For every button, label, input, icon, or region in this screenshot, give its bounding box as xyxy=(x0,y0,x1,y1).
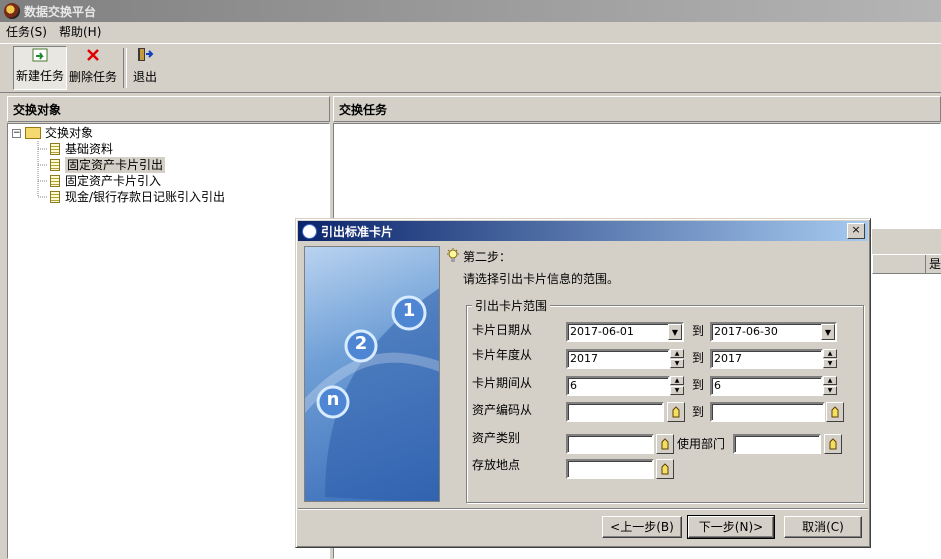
spin-up-icon[interactable]: ▲ xyxy=(823,349,837,358)
spin-down-icon[interactable]: ▼ xyxy=(823,386,837,395)
lower-panel-header xyxy=(872,228,941,254)
next-step-button[interactable]: 下一步(N)> xyxy=(687,515,775,539)
right-panel-title: 交换任务 xyxy=(339,103,388,117)
step-number-1: 1 xyxy=(402,300,416,321)
year-to-input[interactable]: 2017 xyxy=(710,349,823,369)
card-year-label: 卡片年度从 xyxy=(472,348,533,362)
year-from-input[interactable]: 2017 xyxy=(566,349,670,369)
spin-up-icon[interactable]: ▲ xyxy=(670,349,684,358)
window-title-bar: 数据交换平台 xyxy=(0,0,941,22)
lightbulb-icon xyxy=(445,248,461,267)
use-department-label: 使用部门 xyxy=(677,437,726,451)
document-icon xyxy=(50,191,60,203)
dialog-title: 引出标准卡片 xyxy=(321,224,394,239)
tree-item-asset-card-import[interactable]: 固定资产卡片引入 xyxy=(50,173,161,189)
toolbar-separator xyxy=(123,48,128,88)
menu-bar: 任务(S) 帮助(H) xyxy=(0,22,941,42)
step-title: 第二步： xyxy=(463,250,512,264)
column-header-row: 是 xyxy=(872,254,941,274)
chevron-down-icon[interactable]: ▼ xyxy=(821,324,835,340)
tree-item-label: 现金/银行存款日记账引入引出 xyxy=(65,190,226,204)
new-task-icon xyxy=(30,47,50,63)
folder-open-icon xyxy=(25,127,41,139)
spin-down-icon[interactable]: ▼ xyxy=(670,386,684,395)
spin-up-icon[interactable]: ▲ xyxy=(823,376,837,385)
spin-down-icon[interactable]: ▼ xyxy=(670,359,684,368)
lookup-icon[interactable] xyxy=(656,434,674,454)
document-icon xyxy=(50,175,60,187)
period-from-input[interactable]: 6 xyxy=(566,376,670,396)
asset-code-from-input[interactable] xyxy=(566,402,664,422)
date-to-combo[interactable]: 2017-06-30 xyxy=(710,322,837,342)
to-label: 到 xyxy=(692,324,705,338)
export-card-dialog: 引出标准卡片 × 1 2 n 第二步： 请选择引出卡片信息的范围。 引出卡片范围… xyxy=(295,218,871,548)
right-panel-header: 交换任务 xyxy=(333,96,941,122)
wizard-art xyxy=(305,288,439,501)
period-to-input[interactable]: 6 xyxy=(710,376,823,396)
storage-location-label: 存放地点 xyxy=(472,458,521,472)
lookup-icon[interactable] xyxy=(656,459,674,479)
tree-item-label: 固定资产卡片引入 xyxy=(65,174,162,188)
lookup-icon[interactable] xyxy=(667,402,685,422)
to-label: 到 xyxy=(692,351,705,365)
column-header[interactable]: 是 xyxy=(925,255,941,273)
cancel-button[interactable]: 取消(C) xyxy=(784,516,862,538)
spin-down-icon[interactable]: ▼ xyxy=(823,359,837,368)
app-icon xyxy=(4,3,20,19)
lookup-icon[interactable] xyxy=(826,402,844,422)
to-label: 到 xyxy=(692,405,705,419)
prev-step-button[interactable]: <上一步(B) xyxy=(602,516,682,538)
dialog-icon xyxy=(302,223,317,239)
tree-view[interactable]: − 交换对象 基础资料 固定资产卡片引出 固定资产卡片引入 现金/银行存款日记账… xyxy=(7,123,330,559)
step-number-n: n xyxy=(326,389,340,410)
tree-item-asset-card-export[interactable]: 固定资产卡片引出 xyxy=(50,157,166,173)
spin-up-icon[interactable]: ▲ xyxy=(670,376,684,385)
asset-category-input[interactable] xyxy=(566,434,654,454)
menu-task[interactable]: 任务(S) xyxy=(0,22,53,42)
tree-item-basic-data[interactable]: 基础资料 xyxy=(50,141,113,157)
chevron-down-icon[interactable]: ▼ xyxy=(668,324,682,340)
asset-code-label: 资产编码从 xyxy=(472,403,533,417)
exit-label: 退出 xyxy=(133,70,158,84)
dialog-title-bar: 引出标准卡片 × xyxy=(298,221,868,241)
date-from-combo[interactable]: 2017-06-01 xyxy=(566,322,684,342)
delete-task-button[interactable]: 删除任务 xyxy=(67,46,119,90)
exit-button[interactable]: 退出 xyxy=(131,46,159,90)
document-icon xyxy=(50,159,60,171)
tree-item-cash-journal[interactable]: 现金/银行存款日记账引入引出 xyxy=(50,189,225,205)
tree-root[interactable]: − 交换对象 xyxy=(12,125,93,141)
new-task-label: 新建任务 xyxy=(16,69,65,83)
toolbar: 新建任务 删除任务 退出 xyxy=(0,43,941,93)
exit-door-icon xyxy=(135,46,155,64)
footer-separator xyxy=(298,508,868,510)
step-instruction: 请选择引出卡片信息的范围。 xyxy=(463,272,620,286)
card-period-label: 卡片期间从 xyxy=(472,376,533,390)
to-label: 到 xyxy=(692,378,705,392)
group-title: 引出卡片范围 xyxy=(472,297,551,314)
delete-task-label: 删除任务 xyxy=(69,70,118,84)
asset-category-label: 资产类别 xyxy=(472,431,521,445)
use-department-input[interactable] xyxy=(733,434,821,454)
asset-code-to-input[interactable] xyxy=(710,402,825,422)
close-icon[interactable]: × xyxy=(847,223,865,239)
document-icon xyxy=(50,143,60,155)
storage-location-input[interactable] xyxy=(566,459,654,479)
delete-icon xyxy=(83,46,103,64)
card-date-label: 卡片日期从 xyxy=(472,323,533,337)
tree-root-label: 交换对象 xyxy=(45,126,94,140)
new-task-button[interactable]: 新建任务 xyxy=(13,46,68,90)
collapse-icon[interactable]: − xyxy=(12,128,21,138)
lookup-icon[interactable] xyxy=(824,434,842,454)
tree-item-label: 基础资料 xyxy=(65,142,114,156)
step-number-2: 2 xyxy=(354,333,368,354)
window-title: 数据交换平台 xyxy=(24,4,97,19)
menu-help[interactable]: 帮助(H) xyxy=(53,22,107,42)
wizard-illustration: 1 2 n xyxy=(304,246,440,502)
tree-item-label: 固定资产卡片引出 xyxy=(65,157,166,173)
left-panel-title: 交换对象 xyxy=(13,103,62,117)
left-panel-header: 交换对象 xyxy=(7,96,330,122)
